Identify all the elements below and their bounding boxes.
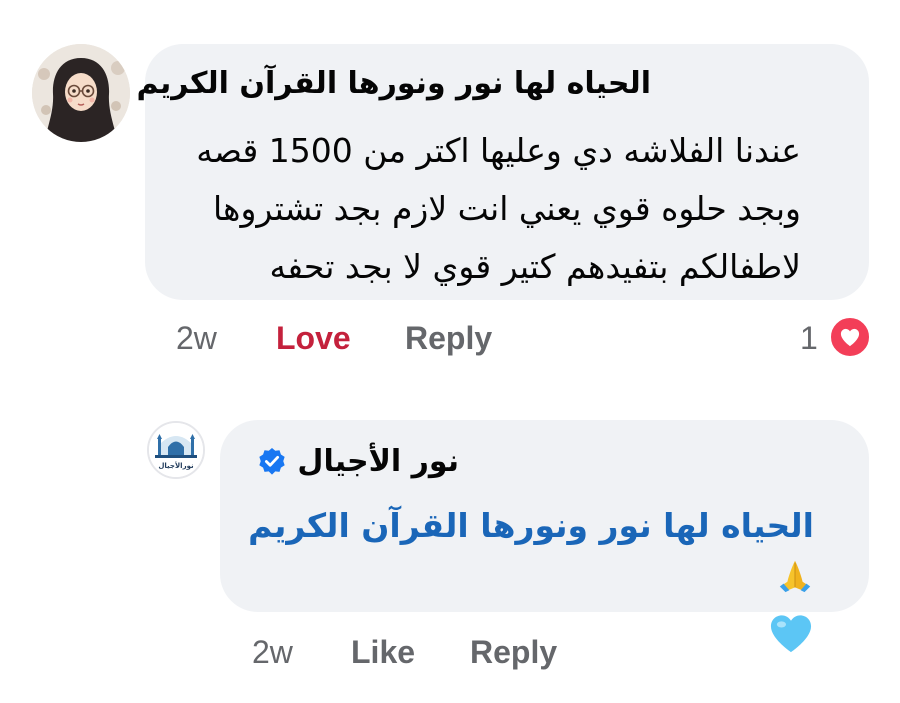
comment-author[interactable]: الحياه لها نور ونورها القرآن الكريم (137, 66, 651, 101)
reply-timestamp[interactable]: 2w (252, 634, 293, 671)
reply-button[interactable]: Reply (470, 634, 557, 671)
reply-text-content: الحياه لها نور ونورها القرآن الكريم (248, 506, 814, 545)
comment-bubble: الحياه لها نور ونورها القرآن الكريم عندن… (137, 44, 869, 300)
heart-icon[interactable] (829, 316, 871, 358)
comment-timestamp[interactable]: 2w (176, 320, 217, 357)
reply-author-row: نور الأجيال (257, 444, 459, 479)
page-avatar[interactable]: نورالأجيال (147, 421, 205, 479)
like-button[interactable]: Like (351, 634, 415, 671)
reaction-count[interactable]: 1 (800, 320, 818, 357)
verified-badge-icon (259, 447, 286, 475)
reply-button[interactable]: Reply (405, 320, 492, 357)
reply-actions: 2w Like Reply (0, 630, 900, 676)
folded-hands-emoji (776, 556, 814, 612)
love-reaction-button[interactable]: Love (276, 320, 351, 357)
reply-bubble: نور الأجيال الحياه لها نور ونورها القرآن… (220, 420, 869, 652)
reply-author[interactable]: نور الأجيال (297, 444, 459, 479)
avatar-logo-text: نورالأجيال (158, 461, 194, 470)
hijabi-girl-avatar-icon (32, 44, 130, 142)
comment-actions: 2w Love Reply 1 (0, 316, 900, 362)
mosque-logo-icon: نورالأجيال (149, 423, 203, 477)
commenter-avatar[interactable] (32, 44, 130, 142)
comment-text: عندنا الفلاشه دي وعليها اكتر من 1500 قصه… (196, 131, 801, 286)
